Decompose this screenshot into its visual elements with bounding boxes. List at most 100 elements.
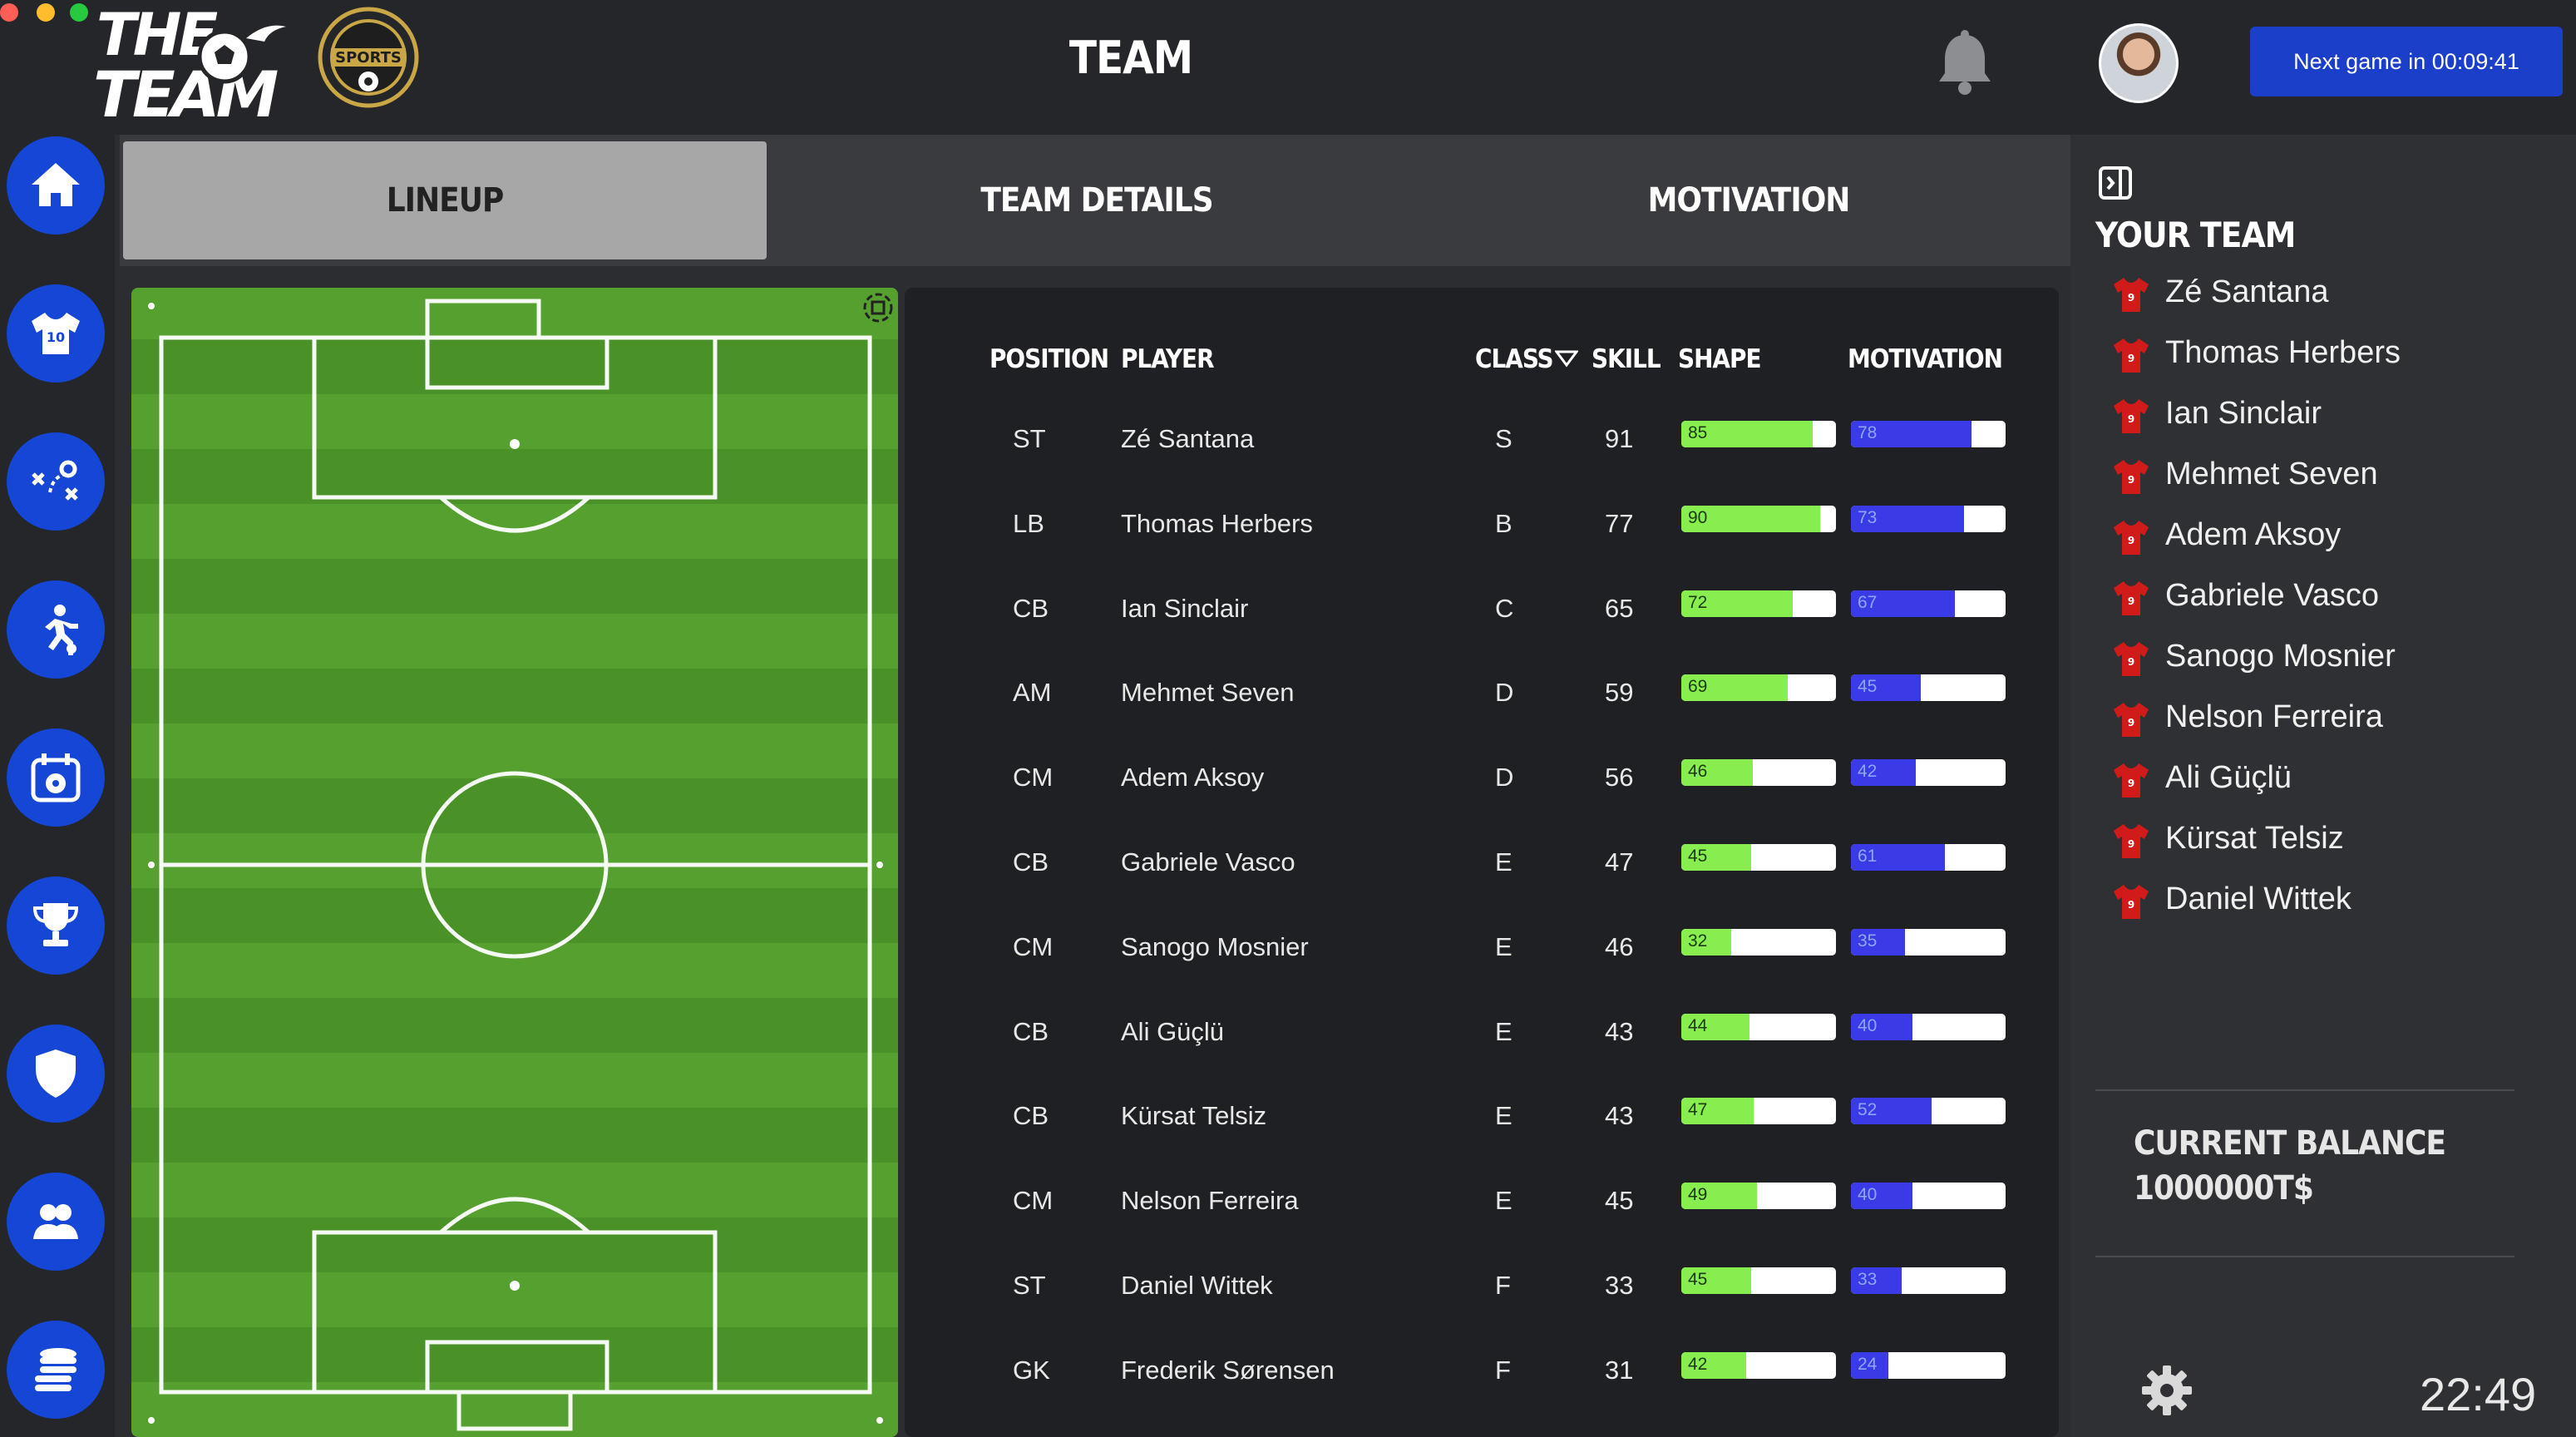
shape-bar: 46: [1681, 759, 1836, 787]
motivation-bar: 40: [1851, 1013, 2006, 1040]
motivation-bar: 52: [1851, 1098, 2006, 1125]
table-row[interactable]: AM Mehmet Seven D 59 69 45: [905, 656, 2059, 741]
bell-icon[interactable]: [1937, 30, 1992, 96]
header-player[interactable]: PLAYER: [1121, 344, 1215, 374]
team-player-name: Daniel Wittek: [2165, 881, 2351, 916]
row-player: Sanogo Mosnier: [1121, 931, 1309, 961]
team-player-name: Ali Güçlü: [2165, 760, 2292, 795]
table-row[interactable]: ST Zé Santana S 91 85 78: [905, 402, 2059, 487]
jersey-number: 9: [2128, 413, 2134, 425]
jersey-number: 9: [2128, 292, 2134, 304]
jersey-number: 9: [2128, 899, 2134, 911]
svg-text:SPORTS: SPORTS: [335, 49, 402, 67]
home-icon[interactable]: [7, 136, 105, 235]
tab-team-details[interactable]: TEAM DETAILS: [775, 141, 1419, 259]
row-class: E: [1495, 1016, 1513, 1046]
row-position: LB: [1013, 508, 1044, 538]
motivation-value: 45: [1858, 677, 1878, 697]
fullscreen-icon[interactable]: [861, 291, 895, 324]
table-row[interactable]: CM Nelson Ferreira E 45 49 40: [905, 1164, 2059, 1249]
your-team-title: YOUR TEAM: [2095, 215, 2296, 255]
balance-value: 1000000T$: [2134, 1169, 2314, 1207]
collapse-panel-icon[interactable]: [2097, 165, 2134, 201]
jersey-icon: 9: [2114, 885, 2149, 919]
header-motivation[interactable]: MOTIVATION: [1848, 344, 2003, 374]
row-player: Adem Aksoy: [1121, 763, 1265, 793]
tab-lineup[interactable]: LINEUP: [123, 141, 767, 259]
calendar-icon[interactable]: [7, 728, 105, 827]
team-player-name: Thomas Herbers: [2165, 335, 2401, 370]
gear-icon[interactable]: [2140, 1364, 2194, 1417]
jersey-icon: 9: [2114, 338, 2149, 373]
motivation-value: 67: [1858, 592, 1878, 612]
header-skill[interactable]: SKILL: [1591, 344, 1661, 374]
table-row[interactable]: CM Adem Aksoy D 56 46 42: [905, 741, 2059, 826]
table-row[interactable]: LB Thomas Herbers B 77 90 73: [905, 487, 2059, 572]
table-row[interactable]: CB Ali Güçlü E 43 44 40: [905, 995, 2059, 1080]
row-player: Ali Güçlü: [1121, 1016, 1225, 1046]
jersey-number: 9: [2128, 778, 2134, 789]
jersey-icon[interactable]: 10: [7, 284, 105, 383]
table-row[interactable]: CM Sanogo Mosnier E 46 32 35: [905, 911, 2059, 995]
jersey-icon: 9: [2114, 642, 2149, 676]
tab-bar: LINEUP TEAM DETAILS MOTIVATION: [120, 135, 2070, 266]
jersey-icon: 9: [2114, 581, 2149, 615]
window-close-button[interactable]: [0, 3, 18, 22]
table-row[interactable]: ST Daniel Wittek F 33 45 33: [905, 1249, 2059, 1334]
shape-bar: 32: [1681, 928, 1836, 956]
shield-icon[interactable]: [7, 1025, 105, 1123]
jersey-icon: 9: [2114, 824, 2149, 858]
motivation-value: 33: [1858, 1270, 1878, 1289]
shape-bar: 72: [1681, 590, 1836, 617]
header-position[interactable]: POSITION: [989, 344, 1109, 374]
shape-bar: 42: [1681, 1351, 1836, 1379]
row-player: Daniel Wittek: [1121, 1271, 1273, 1300]
trophy-icon[interactable]: [7, 877, 105, 975]
avatar[interactable]: [2099, 23, 2179, 103]
shape-value: 32: [1688, 931, 1708, 951]
motivation-bar: 33: [1851, 1267, 2006, 1294]
header-class[interactable]: CLASS: [1475, 344, 1579, 374]
row-class: S: [1495, 424, 1513, 453]
row-class: E: [1495, 847, 1513, 877]
table-row[interactable]: CB Kürsat Telsiz E 43 47 52: [905, 1079, 2059, 1164]
row-position: ST: [1013, 1271, 1046, 1300]
jersey-icon: 9: [2114, 763, 2149, 798]
motivation-bar: 42: [1851, 759, 2006, 787]
tactics-icon[interactable]: [7, 432, 105, 531]
window-minimize-button[interactable]: [37, 3, 55, 22]
next-game-button[interactable]: Next game in 00:09:41: [2250, 27, 2563, 96]
row-class: E: [1495, 1101, 1513, 1131]
coins-icon[interactable]: [7, 1321, 105, 1419]
training-icon[interactable]: [7, 580, 105, 679]
row-position: CM: [1013, 763, 1054, 793]
team-player-name: Zé Santana: [2165, 274, 2329, 309]
row-class: D: [1495, 678, 1514, 708]
window-zoom-button[interactable]: [70, 3, 88, 22]
motivation-value: 40: [1858, 1185, 1878, 1205]
shape-value: 85: [1688, 423, 1708, 442]
shape-value: 44: [1688, 1015, 1708, 1035]
table-row[interactable]: CB Gabriele Vasco E 47 45 61: [905, 826, 2059, 911]
tab-motivation[interactable]: MOTIVATION: [1427, 141, 2070, 259]
jersey-icon: 9: [2114, 399, 2149, 433]
row-class: E: [1495, 931, 1513, 961]
football-pitch[interactable]: [131, 288, 898, 1437]
shape-bar: 45: [1681, 844, 1836, 871]
shape-value: 42: [1688, 1354, 1708, 1374]
tab-team-details-label: TEAM DETAILS: [980, 181, 1213, 220]
app-logo: THE TEAM: [91, 1, 291, 131]
jersey-icon: 9: [2114, 521, 2149, 555]
header-shape[interactable]: SHAPE: [1678, 344, 1762, 374]
table-row[interactable]: GK Frederik Sørensen F 31 42 24: [905, 1334, 2059, 1419]
motivation-bar: 67: [1851, 590, 2006, 617]
shape-bar: 69: [1681, 674, 1836, 702]
motivation-value: 61: [1858, 847, 1878, 866]
motivation-value: 52: [1858, 1100, 1878, 1120]
motivation-value: 78: [1858, 423, 1878, 442]
users-icon[interactable]: [7, 1173, 105, 1271]
table-row[interactable]: CB Ian Sinclair C 65 72 67: [905, 572, 2059, 657]
shape-bar: 47: [1681, 1098, 1836, 1125]
clock-time: 22:49: [2420, 1368, 2537, 1420]
row-position: CB: [1013, 593, 1049, 623]
